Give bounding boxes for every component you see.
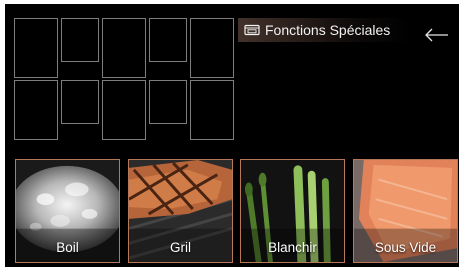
empty-slot [190, 80, 234, 140]
tile-gril[interactable]: Gril [128, 159, 233, 263]
tile-label: Gril [170, 240, 191, 255]
tile-label: Sous Vide [374, 240, 437, 255]
header: Fonctions Spéciales [238, 18, 410, 42]
empty-slot [102, 80, 146, 140]
back-arrow-icon [425, 28, 448, 42]
tile-label: Blanchir [268, 240, 317, 255]
empty-slot [61, 80, 99, 124]
empty-slot [14, 18, 58, 78]
tile-label: Boil [56, 240, 79, 255]
tile-boil[interactable]: Boil [15, 159, 120, 263]
empty-slot [102, 18, 146, 78]
display-screen: Fonctions Spéciales Boil Gril Blanchir S… [5, 4, 459, 267]
tile-sous-vide[interactable]: Sous Vide [353, 159, 458, 263]
tile-blanchir[interactable]: Blanchir [240, 159, 345, 263]
back-button[interactable] [423, 26, 451, 44]
empty-slot [149, 18, 187, 62]
page-title: Fonctions Spéciales [265, 22, 391, 38]
oven-icon [244, 24, 260, 36]
empty-slot [149, 80, 187, 124]
empty-slot [14, 80, 58, 140]
empty-slot [190, 18, 234, 78]
empty-slot [61, 18, 99, 62]
